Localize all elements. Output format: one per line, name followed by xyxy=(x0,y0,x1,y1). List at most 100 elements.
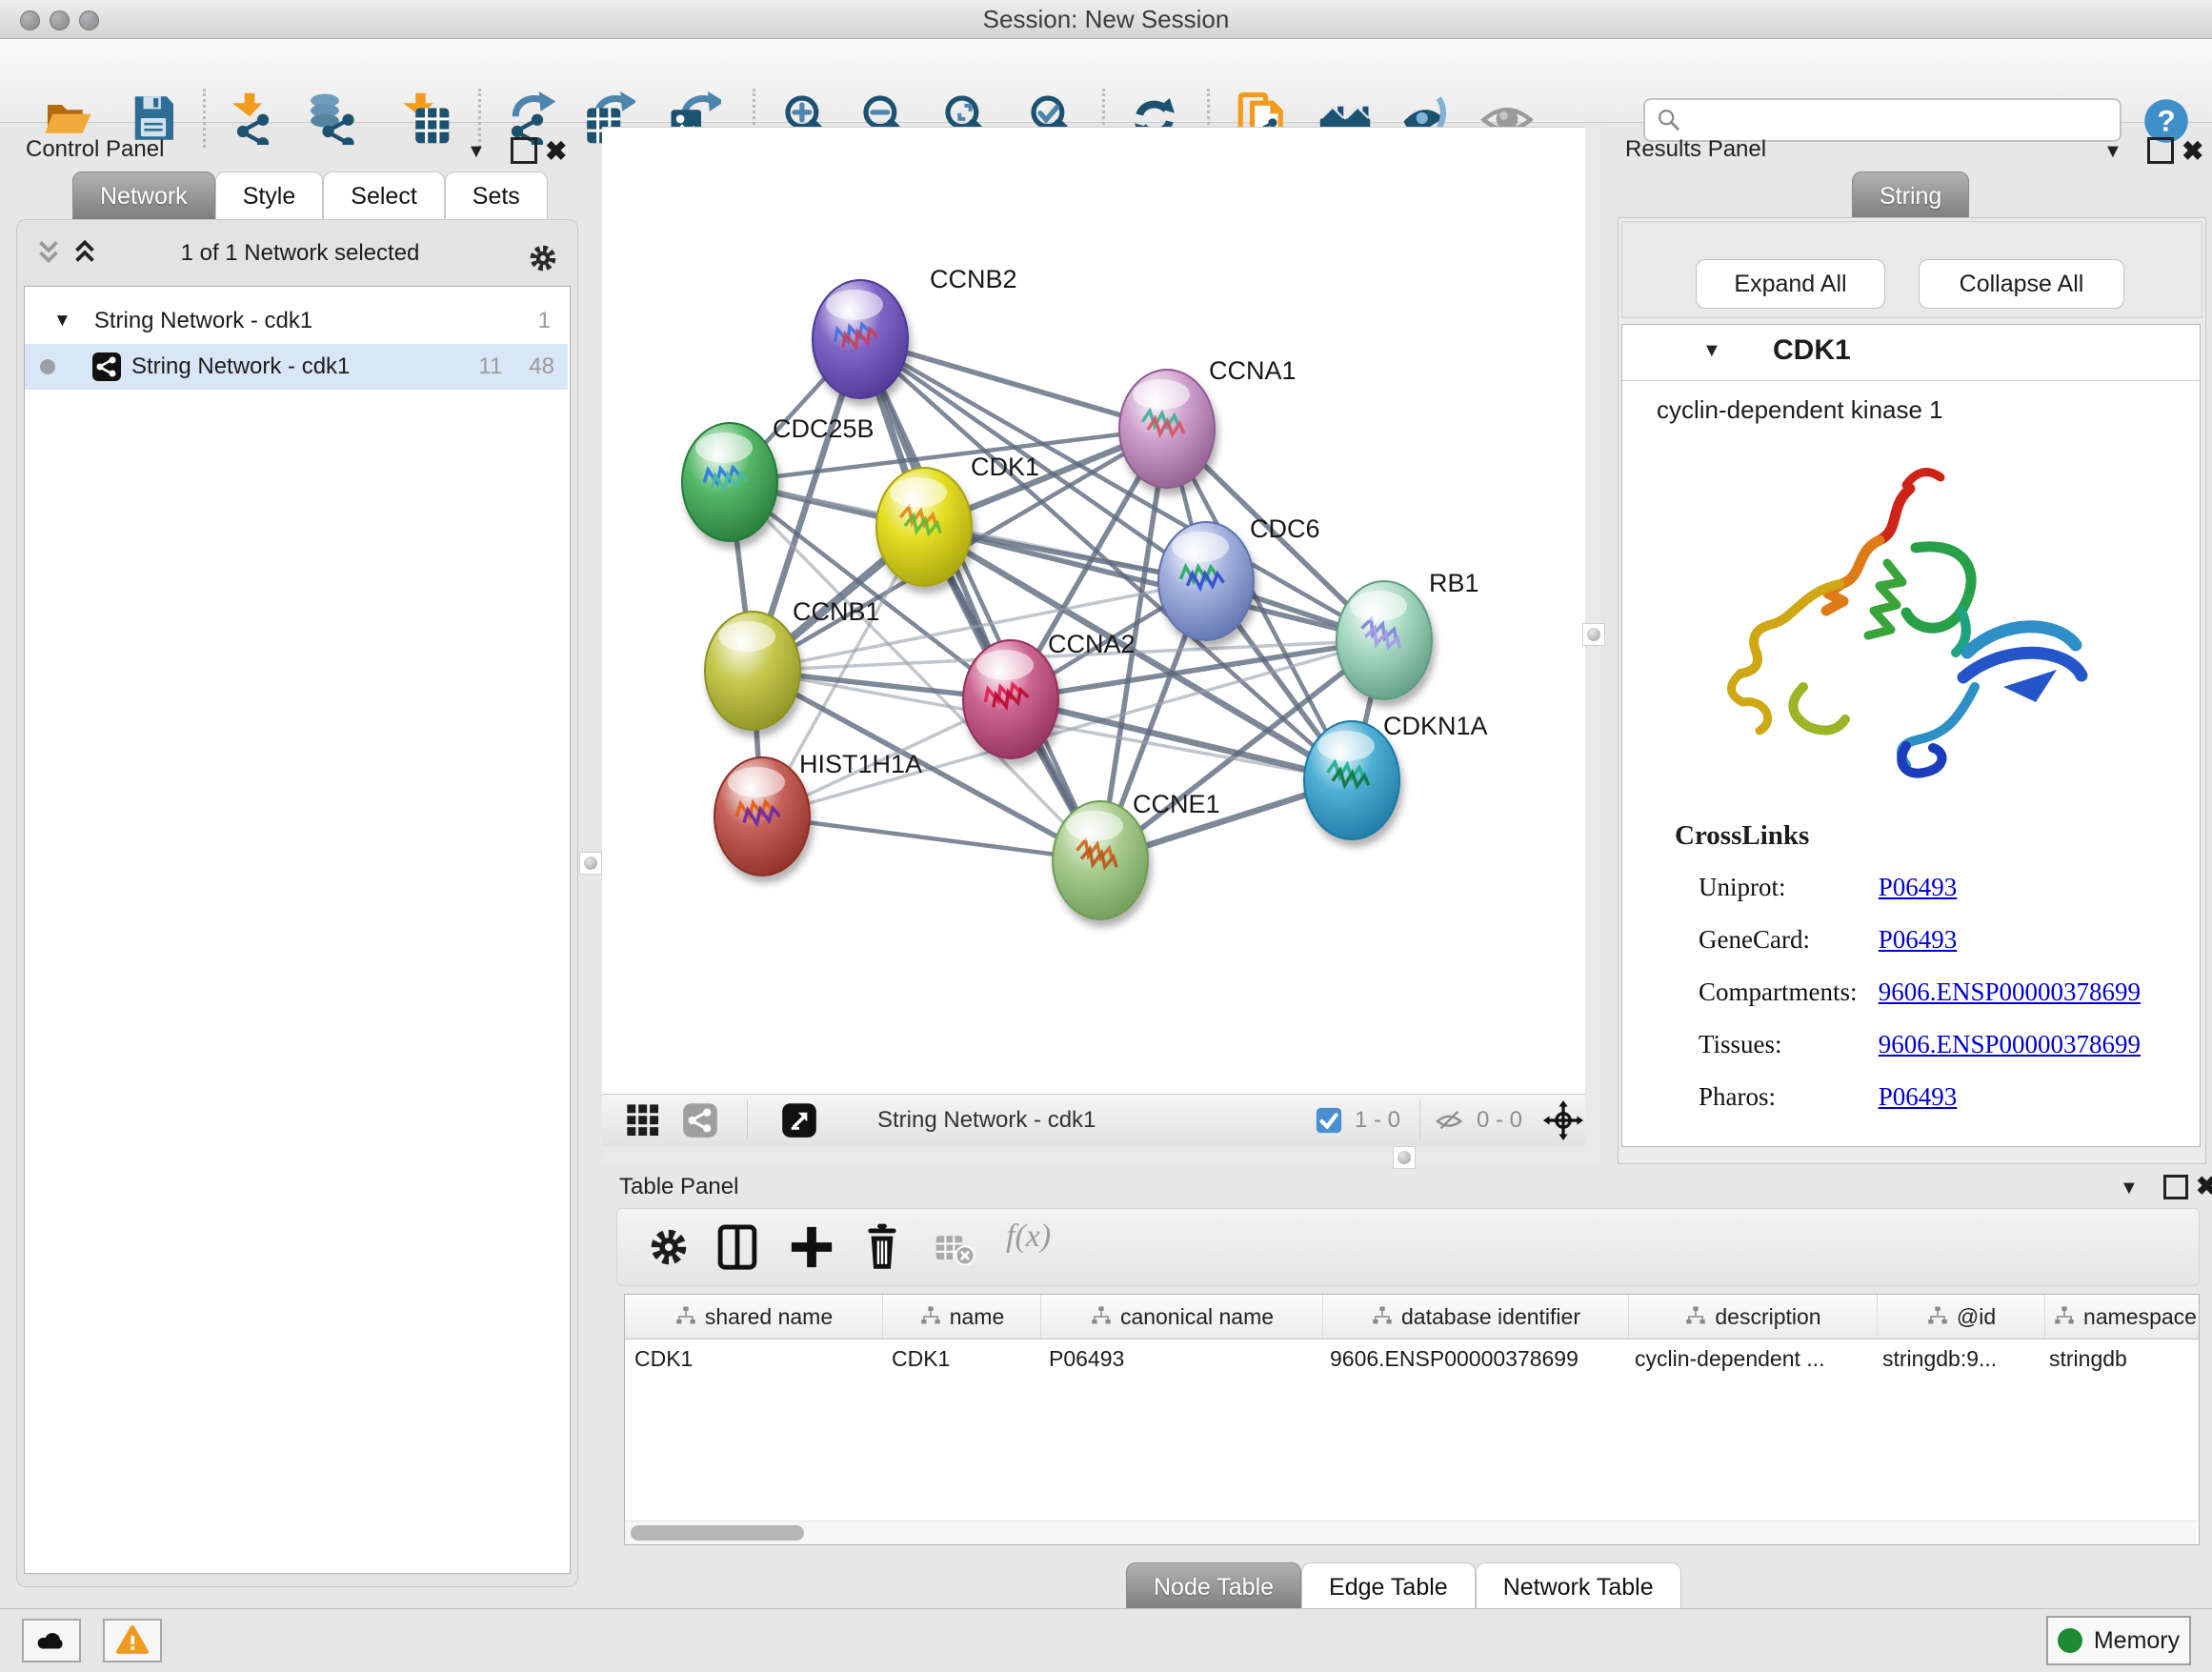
node-CDC25B[interactable] xyxy=(682,423,777,541)
column-header-description[interactable]: description xyxy=(1629,1295,1878,1339)
table-options-gear-icon[interactable] xyxy=(644,1222,694,1272)
crosslink-row: Tissues: 9606.ENSP00000378699 xyxy=(1699,1030,2141,1059)
crosslink-link[interactable]: 9606.ENSP00000378699 xyxy=(1879,977,2141,1006)
collapse-all-button[interactable]: Collapse All xyxy=(1919,259,2124,309)
table-hscrollbar[interactable] xyxy=(625,1521,2197,1544)
network-canvas[interactable]: CCNB2 CCNA1 CDC25B CDK1 CDC6 RB1 CCNB1 C… xyxy=(602,127,1585,1095)
memory-button[interactable]: Memory xyxy=(2046,1616,2191,1665)
crosslink-link[interactable]: 9606.ENSP00000378699 xyxy=(1879,1030,2141,1058)
selected-checkbox-icon[interactable] xyxy=(1315,1106,1343,1135)
collapse-all-tree-icon[interactable] xyxy=(32,236,65,269)
window-zoom-button[interactable] xyxy=(79,10,99,30)
horizontal-splitter[interactable] xyxy=(602,1146,1585,1164)
left-splitter-handle[interactable] xyxy=(579,852,602,875)
column-header-namespace[interactable]: namespace xyxy=(2045,1295,2200,1339)
table-panel-menu-icon[interactable]: ▼ xyxy=(2120,1178,2139,1199)
node-CCNA1[interactable] xyxy=(1119,370,1215,488)
node-details-header[interactable]: ▼ CDK1 xyxy=(1622,325,2200,381)
expand-all-tree-icon[interactable] xyxy=(69,236,101,269)
network-row[interactable]: String Network - cdk1 11 48 xyxy=(25,344,568,390)
window-minimize-button[interactable] xyxy=(50,10,70,30)
crosslink-label: Pharos: xyxy=(1699,1082,1872,1112)
node-CCNB1[interactable] xyxy=(705,612,800,730)
control-panel-menu-icon[interactable]: ▼ xyxy=(467,141,486,163)
network-options-gear-icon[interactable] xyxy=(525,240,561,276)
import-network-database-button[interactable] xyxy=(302,89,361,148)
node-label-CCNA1: CCNA1 xyxy=(1209,356,1297,385)
control-panel-title: Control Panel xyxy=(26,136,164,163)
cell-database-identifier[interactable]: 9606.ENSP00000378699 xyxy=(1320,1346,1625,1372)
import-network-file-button[interactable] xyxy=(220,89,279,148)
section-collapse-icon[interactable]: ▼ xyxy=(1702,340,1721,362)
tab-sets[interactable]: Sets xyxy=(445,171,548,221)
tab-style[interactable]: Style xyxy=(215,171,324,221)
shared-column-icon xyxy=(2053,1305,2076,1328)
node-CDK1[interactable] xyxy=(876,468,972,586)
cloud-icon xyxy=(35,1624,68,1657)
node-CCNB2[interactable] xyxy=(813,280,908,398)
import-table-file-icon xyxy=(397,91,451,145)
network-collection-row[interactable]: ▼ String Network - cdk1 1 xyxy=(25,298,568,344)
hscrollbar-thumb[interactable] xyxy=(631,1525,804,1541)
table-header-row: shared name name canonical name database… xyxy=(625,1295,2199,1340)
column-header--id[interactable]: @id xyxy=(1878,1295,2045,1339)
tab-edge-table[interactable]: Edge Table xyxy=(1301,1562,1476,1612)
tab-network-table[interactable]: Network Table xyxy=(1476,1562,1681,1612)
table-panel-close-button[interactable]: ✖ xyxy=(2196,1172,2212,1201)
tab-network[interactable]: Network xyxy=(72,171,215,221)
cell-canonical-name[interactable]: P06493 xyxy=(1039,1346,1320,1372)
window-close-button[interactable] xyxy=(20,10,40,30)
expand-all-button[interactable]: Expand All xyxy=(1696,259,1885,309)
annotation-mode-icon[interactable] xyxy=(781,1102,817,1138)
tab-node-table[interactable]: Node Table xyxy=(1126,1562,1301,1612)
crosslink-link[interactable]: P06493 xyxy=(1879,873,1958,901)
tab-select[interactable]: Select xyxy=(323,171,444,221)
column-header-name[interactable]: name xyxy=(883,1295,1041,1339)
tree-expander-icon[interactable]: ▼ xyxy=(53,311,71,332)
cell-description[interactable]: cyclin-dependent ... xyxy=(1625,1346,1873,1372)
node-HIST1H1A[interactable] xyxy=(714,757,810,876)
control-panel-close-button[interactable]: ✖ xyxy=(545,135,567,167)
create-column-icon[interactable] xyxy=(787,1222,836,1272)
node-table[interactable]: shared name name canonical name database… xyxy=(624,1294,2200,1545)
control-panel-float-button[interactable] xyxy=(511,137,537,164)
table-panel-float-button[interactable] xyxy=(2163,1175,2188,1199)
network-badge-icon[interactable] xyxy=(682,1102,718,1138)
fit-crosshair-icon[interactable] xyxy=(1543,1100,1583,1140)
node-details-title: CDK1 xyxy=(1773,334,1851,367)
crosslink-link[interactable]: P06493 xyxy=(1879,925,1958,954)
warnings-button[interactable] xyxy=(103,1619,162,1662)
node-CCNA2[interactable] xyxy=(963,640,1058,758)
column-header-canonical-name[interactable]: canonical name xyxy=(1041,1295,1323,1339)
delete-column-icon[interactable] xyxy=(857,1222,907,1272)
results-panel-close-button[interactable]: ✖ xyxy=(2182,135,2203,167)
birdseye-grid-icon[interactable] xyxy=(625,1102,661,1138)
edge-CCNB2-CCNE1[interactable] xyxy=(860,339,1100,860)
network-share-icon xyxy=(91,352,122,382)
table-tabs: Node TableEdge TableNetwork Table xyxy=(1126,1562,1681,1612)
cloud-button[interactable] xyxy=(22,1619,81,1662)
node-label-CDKN1A: CDKN1A xyxy=(1383,712,1488,740)
hidden-eye-icon xyxy=(1433,1106,1465,1135)
cell-name[interactable]: CDK1 xyxy=(882,1346,1039,1372)
hidden-count-label: 0 - 0 xyxy=(1477,1107,1522,1134)
results-panel-menu-icon[interactable]: ▼ xyxy=(2103,141,2122,163)
column-header-database-identifier[interactable]: database identifier xyxy=(1323,1295,1629,1339)
right-splitter-handle[interactable] xyxy=(1582,623,1605,646)
cell--id[interactable]: stringdb:9... xyxy=(1873,1346,2040,1372)
results-panel-float-button[interactable] xyxy=(2147,137,2174,164)
node-CCNE1[interactable] xyxy=(1053,801,1148,919)
table-row[interactable]: CDK1CDK1P064939606.ENSP00000378699cyclin… xyxy=(625,1340,2199,1378)
search-input[interactable] xyxy=(1683,103,2120,137)
cell-shared-name[interactable]: CDK1 xyxy=(625,1346,882,1372)
tab-string[interactable]: String xyxy=(1852,171,1969,221)
show-columns-icon[interactable] xyxy=(713,1222,762,1272)
import-table-file-button[interactable] xyxy=(394,89,453,148)
edge-HIST1H1A-CCNE1[interactable] xyxy=(762,816,1100,860)
column-header-label: @id xyxy=(1957,1304,1996,1330)
column-header-shared-name[interactable]: shared name xyxy=(625,1295,883,1339)
cell-namespace[interactable]: stringdb xyxy=(2040,1346,2199,1372)
node-RB1[interactable] xyxy=(1337,581,1432,699)
node-CDC6[interactable] xyxy=(1158,522,1254,640)
crosslink-link[interactable]: P06493 xyxy=(1879,1082,1958,1111)
